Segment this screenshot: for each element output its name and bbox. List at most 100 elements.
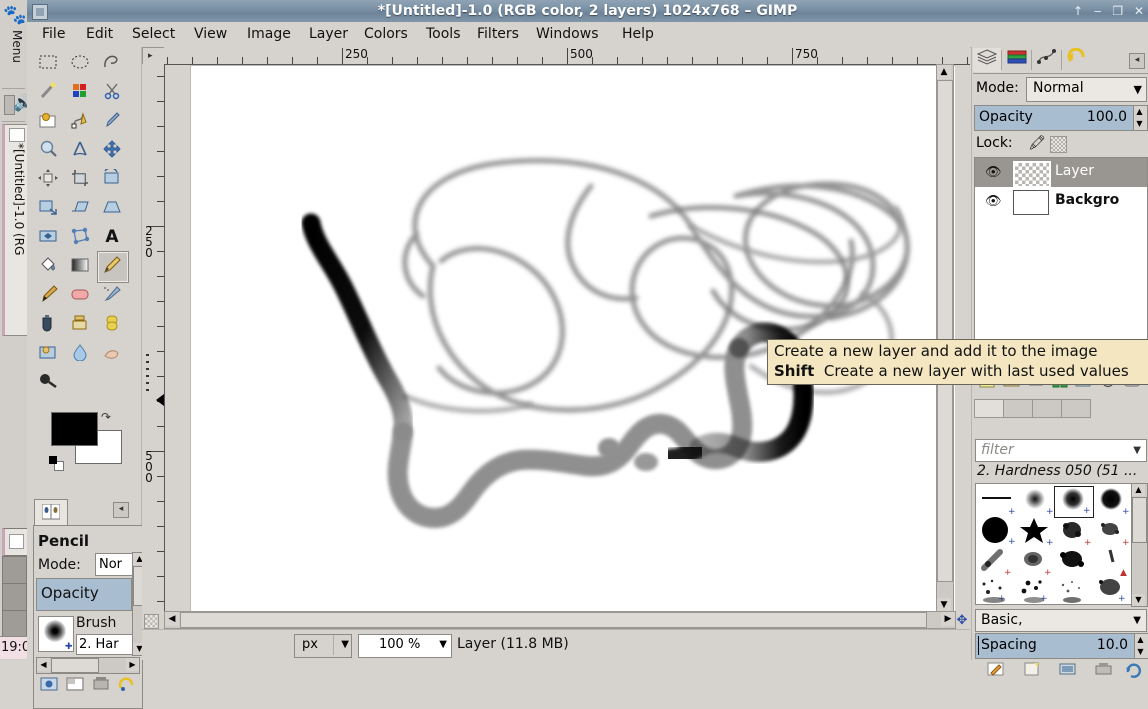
image-canvas[interactable] [190, 65, 955, 611]
scroll-right-icon[interactable]: ▶ [941, 612, 955, 626]
menu-help[interactable]: Help [615, 24, 661, 45]
swap-colors-icon[interactable]: ↷ [101, 410, 115, 424]
dock-menu-arrow-icon[interactable]: ◂ [113, 502, 129, 518]
perspective-clone-icon[interactable] [33, 340, 63, 368]
tool-brush-name[interactable]: 2. Har [76, 634, 136, 655]
canvas-viewport[interactable] [165, 65, 955, 611]
clock[interactable]: 19:0 [0, 636, 28, 659]
menu-colors[interactable]: Colors [357, 24, 415, 45]
close-button[interactable]: ✕ [1134, 0, 1144, 22]
bucket-fill-icon[interactable] [33, 253, 63, 281]
spin-up-icon[interactable]: ▲ [1135, 634, 1146, 645]
brush-spacing-slider[interactable]: Spacing 10.0 [975, 633, 1135, 659]
layer-name[interactable]: Layer [1055, 163, 1094, 179]
spin-up-icon[interactable]: ▲ [1134, 106, 1145, 117]
tool-preset-save-icon[interactable] [37, 676, 61, 698]
move-icon[interactable] [97, 137, 127, 165]
active-brush-indicator[interactable] [34, 499, 68, 526]
alignment-icon[interactable] [33, 166, 63, 194]
dock-menu-arrow-icon[interactable]: ◂ [1129, 53, 1145, 69]
paintbrush-icon[interactable] [33, 282, 63, 310]
menu-edit[interactable]: Edit [79, 24, 120, 45]
measure-icon[interactable] [65, 137, 95, 165]
scroll-down-icon[interactable]: ▼ [937, 598, 951, 612]
scroll-left-icon[interactable]: ◀ [165, 612, 179, 626]
pencil-icon[interactable] [97, 251, 129, 283]
eraser-icon[interactable] [65, 282, 95, 310]
minimize-button[interactable]: ‒ [1094, 0, 1102, 22]
color-swatch-area[interactable]: ↷ [49, 410, 131, 471]
brush-cell-sparse4[interactable]: + [1092, 576, 1130, 606]
shear-icon[interactable] [65, 195, 95, 223]
brush-cell-hardness075[interactable]: + [1092, 486, 1130, 517]
scissors-select-icon[interactable] [97, 79, 127, 107]
paths-icon[interactable] [65, 108, 95, 136]
scroll-thumb[interactable] [1132, 497, 1147, 543]
layer-visibility-icon[interactable]: 👁 [985, 194, 1002, 209]
lock-alpha-checker-icon[interactable] [1050, 136, 1067, 153]
gradients-tab[interactable] [1032, 399, 1062, 418]
unit-selector[interactable]: px ▼ [294, 634, 352, 658]
menu-image[interactable]: Image [240, 24, 298, 45]
flip-icon[interactable] [33, 224, 63, 252]
table-row[interactable]: 👁 Layer [975, 158, 1147, 188]
foreground-select-icon[interactable] [33, 108, 63, 136]
navigate-canvas-icon[interactable]: ✥ [954, 613, 970, 629]
crop-icon[interactable] [65, 166, 95, 194]
brush-cell-texture6[interactable]: ▲ [1092, 546, 1130, 578]
spin-down-icon[interactable]: ▼ [1135, 646, 1146, 657]
spin-down-icon[interactable]: ▼ [1134, 118, 1145, 129]
delete-brush-icon[interactable] [1089, 661, 1119, 682]
brush-cell-hardness025[interactable]: + [1016, 486, 1054, 517]
reset-tool-options-icon[interactable] [115, 676, 139, 698]
brush-cell-hardness050[interactable]: + [1054, 486, 1094, 518]
spacing-spinner[interactable]: ▲ ▼ [1134, 633, 1148, 659]
patterns-tab[interactable] [1003, 399, 1033, 418]
scroll-thumb[interactable] [937, 80, 953, 582]
brush-tag-filter[interactable]: Basic, ▼ [975, 609, 1147, 632]
layer-opacity-slider[interactable]: Opacity 100.0 [974, 105, 1134, 131]
zoom-icon[interactable] [33, 137, 63, 165]
text-icon[interactable]: A [97, 224, 127, 252]
tool-opacity-slider[interactable]: Opacity [36, 578, 132, 611]
window-titlebar[interactable]: *[Untitled]-1.0 (RGB color, 2 layers) 10… [27, 0, 1148, 23]
perspective-icon[interactable] [97, 195, 127, 223]
maximize-button[interactable]: ❐ [1112, 0, 1123, 22]
brush-filter-input[interactable]: filter ▼ [975, 439, 1147, 462]
menu-windows[interactable]: Windows [529, 24, 606, 45]
layer-visibility-icon[interactable]: 👁 [985, 165, 1002, 180]
table-row[interactable]: 👁 Backgro [975, 187, 1147, 216]
gradient-icon[interactable] [65, 253, 95, 281]
fonts-tab[interactable] [1061, 399, 1091, 418]
menu-tools[interactable]: Tools [419, 24, 468, 45]
horizontal-ruler[interactable]: 250 500 750 [164, 47, 970, 65]
edit-brush-icon[interactable] [981, 661, 1011, 682]
reset-colors-icon[interactable] [49, 456, 64, 471]
brush-preview[interactable]: ✚ [38, 616, 74, 652]
tool-preset-delete-icon[interactable] [89, 676, 113, 698]
foreground-color-swatch[interactable] [51, 412, 98, 446]
channels-tab[interactable] [1003, 48, 1031, 72]
tool-preset-restore-icon[interactable] [63, 676, 87, 698]
fuzzy-select-icon[interactable] [33, 79, 63, 107]
ellipse-select-icon[interactable] [65, 50, 95, 78]
refresh-brushes-icon[interactable] [1119, 661, 1148, 682]
opacity-spinner[interactable]: ▲ ▼ [1133, 105, 1148, 131]
layer-thumbnail[interactable] [1013, 161, 1051, 188]
window-controls[interactable]: ↑ ‒ ❐ ✕ [1066, 0, 1144, 22]
scroll-up-icon[interactable]: ▲ [937, 65, 951, 79]
scroll-down-icon[interactable]: ▼ [1132, 594, 1145, 606]
rect-select-icon[interactable] [33, 50, 63, 78]
new-brush-icon[interactable] [1017, 661, 1047, 682]
brush-cell-star[interactable]: + [1016, 516, 1054, 548]
layer-mode-select[interactable]: Normal ▼ [1026, 77, 1147, 102]
scale-icon[interactable] [33, 195, 63, 223]
tray-slot-1[interactable] [2, 556, 27, 584]
scroll-thumb-h[interactable] [51, 658, 99, 673]
layer-name[interactable]: Backgro [1055, 192, 1119, 208]
shade-button[interactable]: ↑ [1073, 0, 1083, 22]
paths-tab[interactable] [1033, 48, 1061, 72]
tray-slot-3[interactable] [2, 610, 27, 638]
scroll-thumb-h[interactable] [180, 612, 927, 628]
select-by-color-icon[interactable] [65, 79, 95, 107]
